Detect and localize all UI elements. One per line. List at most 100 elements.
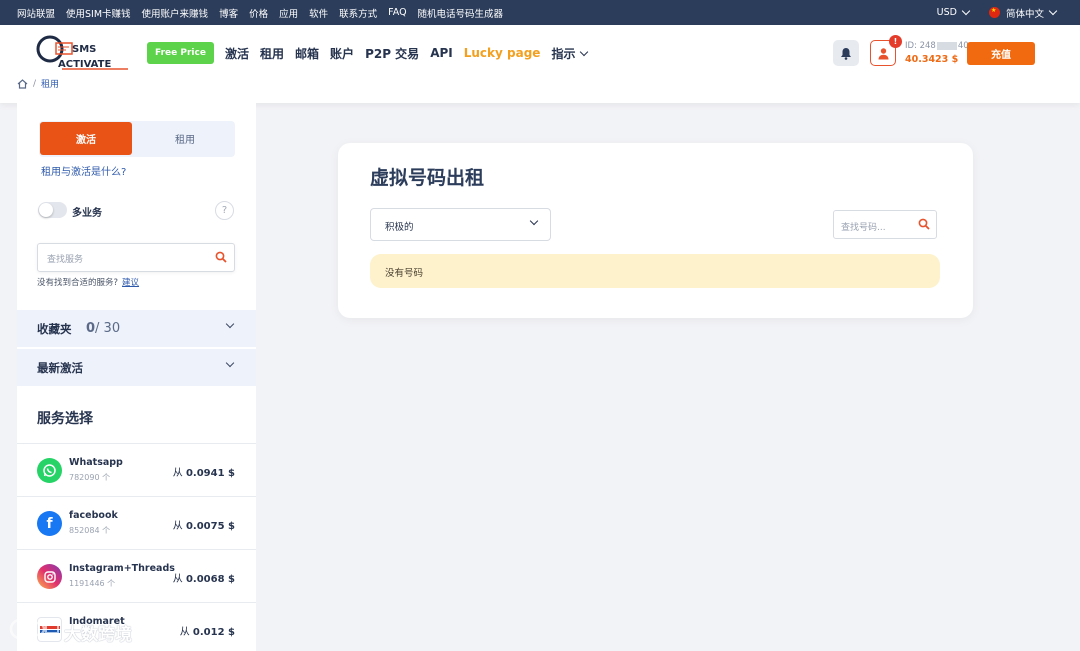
favorites-count-value: 0 <box>86 321 96 336</box>
service-item-facebook[interactable]: f facebook 852084 个 从 0.0075 $ <box>17 496 256 549</box>
service-not-found: 没有找到合适的服务? 建议 <box>37 276 139 288</box>
service-item-whatsapp[interactable]: Whatsapp 782090 个 从 0.0941 $ <box>17 443 256 496</box>
multi-service-toggle[interactable] <box>38 202 67 218</box>
top-link-number-generator[interactable]: 随机电话号码生成器 <box>418 6 504 20</box>
top-link-sim-earn[interactable]: 使用SIM卡赚钱 <box>66 6 131 20</box>
services-title: 服务选择 <box>37 411 93 427</box>
service-count: 1191446 个 <box>69 579 116 588</box>
sms-activate-logo[interactable]: SMS ACTIVATE <box>36 34 132 72</box>
chevron-down-icon <box>225 358 235 368</box>
service-count: 782090 个 <box>69 473 111 482</box>
top-link-prices[interactable]: 价格 <box>249 6 268 20</box>
recent-activations-section[interactable]: 最新激活 <box>17 349 256 386</box>
rent-tab[interactable]: 租用 <box>137 122 233 155</box>
service-not-found-text: 没有找到合适的服务? <box>37 278 119 288</box>
favorites-section[interactable]: 收藏夹 0/ 30 <box>17 310 256 347</box>
breadcrumb-current: 租用 <box>41 80 60 90</box>
chevron-down-icon <box>1048 6 1058 16</box>
top-link-blog[interactable]: 博客 <box>219 6 238 20</box>
service-item-instagram[interactable]: Instagram+Threads 1191446 个 从 0.0068 $ <box>17 549 256 602</box>
user-icon <box>878 47 888 59</box>
service-search-input[interactable]: 查找服务 <box>37 243 235 272</box>
rent-numbers-card: 虚拟号码出租 积极的 查找号码... 没有号码 <box>338 143 973 318</box>
chevron-down-icon <box>529 216 539 226</box>
top-link-apps[interactable]: 应用 <box>279 6 298 20</box>
main-nav: 激活 租用 邮箱 账户 P2P 交易 API Lucky page 指示 <box>225 42 589 64</box>
top-link-account-earn[interactable]: 使用账户来赚钱 <box>142 6 209 20</box>
topup-button[interactable]: 充值 <box>967 42 1035 65</box>
watermark: 大数跨境 <box>8 614 148 646</box>
chevron-down-icon <box>580 47 589 56</box>
help-icon[interactable]: ? <box>215 201 234 220</box>
service-price: 从 0.0068 $ <box>173 570 235 585</box>
language-select[interactable]: 简体中文 <box>988 6 1058 20</box>
search-icon[interactable] <box>918 218 930 230</box>
free-price-button[interactable]: Free Price <box>147 42 214 64</box>
nav-account[interactable]: 账户 <box>330 45 354 62</box>
service-name: facebook <box>69 510 118 521</box>
suggest-link[interactable]: 建议 <box>122 278 139 288</box>
service-count: 852084 个 <box>69 526 111 535</box>
account-id: ID: 248 40 <box>905 41 969 51</box>
top-link-faq[interactable]: FAQ <box>388 7 406 18</box>
number-search-input[interactable]: 查找号码... <box>833 210 937 239</box>
price-prefix: 从 <box>179 627 190 638</box>
top-right-controls: USD 简体中文 <box>936 0 1058 25</box>
price-value: 0.012 $ <box>192 627 235 638</box>
price-value: 0.0075 $ <box>185 521 235 532</box>
service-price: 从 0.0075 $ <box>173 517 235 532</box>
breadcrumb: / 租用 <box>17 77 59 90</box>
top-strip: 网站联盟 使用SIM卡赚钱 使用账户来赚钱 博客 价格 应用 软件 联系方式 F… <box>0 0 1080 25</box>
currency-select[interactable]: USD <box>936 6 971 18</box>
number-search-placeholder: 查找号码... <box>841 223 886 233</box>
rent-vs-activation-link[interactable]: 租用与激活是什么? <box>41 163 126 178</box>
service-search-placeholder: 查找服务 <box>47 255 84 265</box>
empty-numbers-text: 没有号码 <box>385 268 424 279</box>
price-prefix: 从 <box>172 521 183 532</box>
watermark-logo <box>9 618 59 640</box>
service-price: 从 0.012 $ <box>180 623 235 638</box>
favorites-count: 0/ 30 <box>86 321 120 336</box>
nav-lucky-page[interactable]: Lucky page <box>464 46 541 60</box>
search-icon[interactable] <box>215 251 227 263</box>
top-links: 网站联盟 使用SIM卡赚钱 使用账户来赚钱 博客 价格 应用 软件 联系方式 F… <box>0 6 503 20</box>
mode-switch: 激活 租用 <box>39 121 235 157</box>
nav-api[interactable]: API <box>430 46 453 60</box>
price-value: 0.0068 $ <box>185 574 235 585</box>
service-price: 从 0.0941 $ <box>173 464 235 479</box>
multi-service-label: 多业务 <box>72 208 102 219</box>
notifications-button[interactable] <box>833 40 859 66</box>
account-id-mask <box>936 42 957 50</box>
home-icon[interactable] <box>17 78 28 89</box>
site-header: SMS ACTIVATE Free Price 激活 租用 邮箱 账户 P2P … <box>0 25 1080 103</box>
instagram-icon <box>37 564 62 589</box>
whatsapp-icon <box>37 458 62 483</box>
currency-value: USD <box>936 7 957 18</box>
logo-text-sms: SMS <box>72 44 96 55</box>
top-link-software[interactable]: 软件 <box>309 6 328 20</box>
activation-tab[interactable]: 激活 <box>40 122 132 155</box>
breadcrumb-separator: / <box>33 78 37 89</box>
top-link-contacts[interactable]: 联系方式 <box>339 6 377 20</box>
nav-guide[interactable]: 指示 <box>551 45 589 62</box>
recent-activations-label: 最新激活 <box>37 360 83 375</box>
status-select[interactable]: 积极的 <box>370 208 551 241</box>
facebook-icon: f <box>37 511 62 536</box>
account-balance: 40.3423 $ <box>905 54 959 65</box>
nav-p2p[interactable]: P2P 交易 <box>365 45 419 62</box>
nav-rent[interactable]: 租用 <box>260 45 284 62</box>
favorites-count-total: / 30 <box>95 321 121 336</box>
china-flag-icon <box>988 7 1000 18</box>
price-value: 0.0941 $ <box>185 468 235 479</box>
service-name: Whatsapp <box>69 457 123 468</box>
watermark-text: 大数跨境 <box>64 625 132 645</box>
nav-activation[interactable]: 激活 <box>225 45 249 62</box>
price-prefix: 从 <box>172 574 183 585</box>
nav-guide-label: 指示 <box>551 46 576 61</box>
nav-mail[interactable]: 邮箱 <box>295 45 319 62</box>
account-id-prefix: ID: 248 <box>905 41 936 51</box>
top-link-affiliate[interactable]: 网站联盟 <box>17 6 55 20</box>
chevron-down-icon <box>961 6 971 16</box>
empty-numbers-notice: 没有号码 <box>370 254 940 288</box>
page-title: 虚拟号码出租 <box>370 167 485 189</box>
